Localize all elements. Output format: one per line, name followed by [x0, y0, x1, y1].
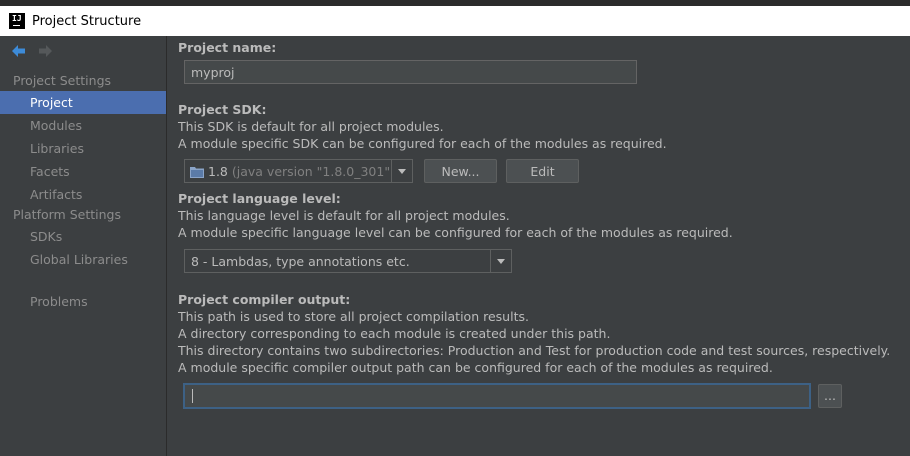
compiler-output-desc-3: This directory contains two subdirectori… [178, 343, 891, 358]
sidebar: Project Settings Project Modules Librari… [0, 36, 167, 456]
sdk-folder-icon [190, 166, 204, 178]
compiler-output-input[interactable] [183, 383, 811, 409]
title-bar: IJ Project Structure [0, 6, 910, 36]
compiler-output-desc-1: This path is used to store all project c… [178, 309, 529, 324]
sidebar-item-sdks[interactable]: SDKs [0, 225, 166, 248]
sidebar-item-project[interactable]: Project [0, 91, 166, 114]
forward-arrow-icon[interactable] [37, 44, 53, 58]
sidebar-item-modules[interactable]: Modules [0, 114, 166, 137]
language-level-desc-1: This language level is default for all p… [178, 208, 510, 223]
project-name-input[interactable] [184, 60, 637, 84]
sidebar-item-libraries[interactable]: Libraries [0, 137, 166, 160]
compiler-output-label: Project compiler output: [178, 292, 351, 307]
sidebar-item-artifacts[interactable]: Artifacts [0, 183, 166, 206]
sdk-edit-button[interactable]: Edit [506, 159, 579, 183]
project-sdk-desc-1: This SDK is default for all project modu… [178, 119, 444, 134]
language-level-dropdown-arrow-icon[interactable] [490, 250, 511, 272]
project-sdk-desc-2: A module specific SDK can be configured … [178, 136, 667, 151]
language-level-label: Project language level: [178, 191, 341, 206]
back-arrow-icon[interactable] [11, 44, 27, 58]
project-name-label: Project name: [178, 40, 277, 55]
nav-buttons [11, 44, 53, 58]
main-panel: Project name: Project SDK: This SDK is d… [168, 36, 910, 456]
sidebar-item-global-libraries[interactable]: Global Libraries [0, 248, 166, 271]
intellij-app-icon: IJ [9, 13, 25, 29]
language-level-value: 8 - Lambdas, type annotations etc. [191, 253, 410, 269]
window-title: Project Structure [32, 13, 142, 29]
platform-settings-title: Platform Settings [13, 207, 121, 222]
sdk-version-detail: (java version "1.8.0_301") [231, 163, 391, 179]
language-level-select[interactable]: 8 - Lambdas, type annotations etc. [184, 249, 512, 273]
sdk-version: 1.8 [208, 163, 228, 179]
project-sdk-label: Project SDK: [178, 102, 267, 117]
text-caret [192, 389, 193, 403]
sdk-new-button[interactable]: New... [424, 159, 497, 183]
sidebar-item-problems[interactable]: Problems [0, 290, 166, 313]
project-settings-title: Project Settings [13, 73, 112, 88]
compiler-output-desc-4: A module specific compiler output path c… [178, 360, 773, 375]
language-level-desc-2: A module specific language level can be … [178, 225, 733, 240]
sidebar-item-facets[interactable]: Facets [0, 160, 166, 183]
browse-button[interactable]: ... [818, 384, 842, 408]
compiler-output-desc-2: A directory corresponding to each module… [178, 326, 611, 341]
sdk-dropdown-arrow-icon[interactable] [391, 160, 412, 182]
project-sdk-select[interactable]: 1.8 (java version "1.8.0_301") [184, 159, 413, 183]
